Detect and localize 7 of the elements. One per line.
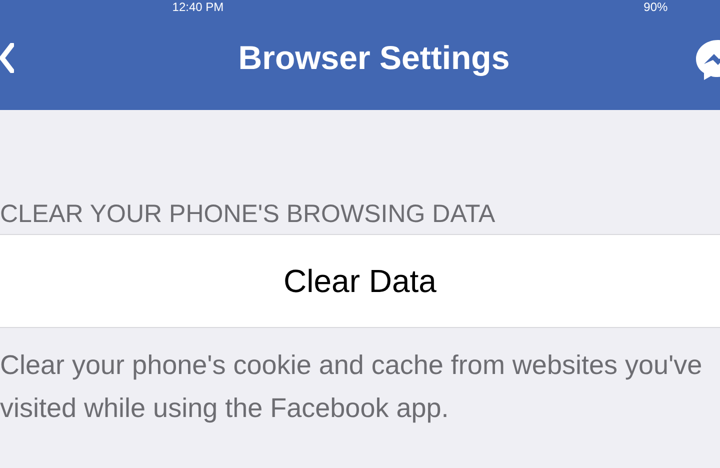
section-header: CLEAR YOUR PHONE'S BROWSING DATA — [0, 199, 496, 230]
status-time: 12:40 PM — [172, 0, 224, 14]
clear-data-button[interactable]: Clear Data — [274, 258, 446, 304]
section-footer: Clear your phone's cookie and cache from websites you've visited while using the Facebook app. — [0, 344, 712, 430]
back-icon[interactable] — [0, 43, 14, 73]
screen-title: Browser Settings — [238, 39, 510, 77]
battery-level: 90% — [644, 0, 668, 14]
